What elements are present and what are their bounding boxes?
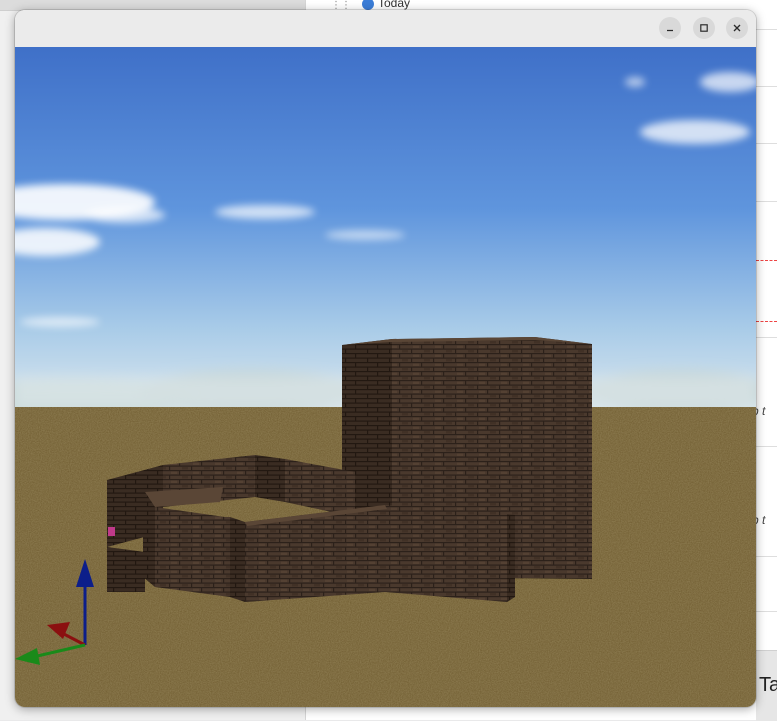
background-today-label: Today [362, 0, 410, 10]
maximize-icon [700, 24, 708, 32]
background-divider [756, 201, 777, 202]
background-divider [756, 29, 777, 30]
3d-viewport[interactable] [15, 47, 756, 707]
today-icon [362, 0, 374, 10]
background-divider [756, 143, 777, 144]
today-text: Today [378, 0, 411, 10]
marker-point [108, 527, 115, 536]
background-bottom-text: Ta [759, 674, 777, 696]
background-divider [756, 556, 777, 557]
minimize-button[interactable] [659, 17, 681, 39]
3d-scene[interactable] [15, 47, 756, 707]
window-titlebar[interactable] [15, 10, 756, 48]
maximize-button[interactable] [693, 17, 715, 39]
background-red-dash [756, 321, 777, 322]
close-button[interactable] [726, 17, 748, 39]
background-red-dash [756, 260, 777, 261]
background-divider [756, 611, 777, 612]
close-icon [733, 24, 741, 32]
background-divider [756, 337, 777, 338]
minimize-icon [667, 29, 673, 32]
viewer-window [15, 10, 756, 707]
background-divider [756, 446, 777, 447]
background-divider [756, 86, 777, 87]
